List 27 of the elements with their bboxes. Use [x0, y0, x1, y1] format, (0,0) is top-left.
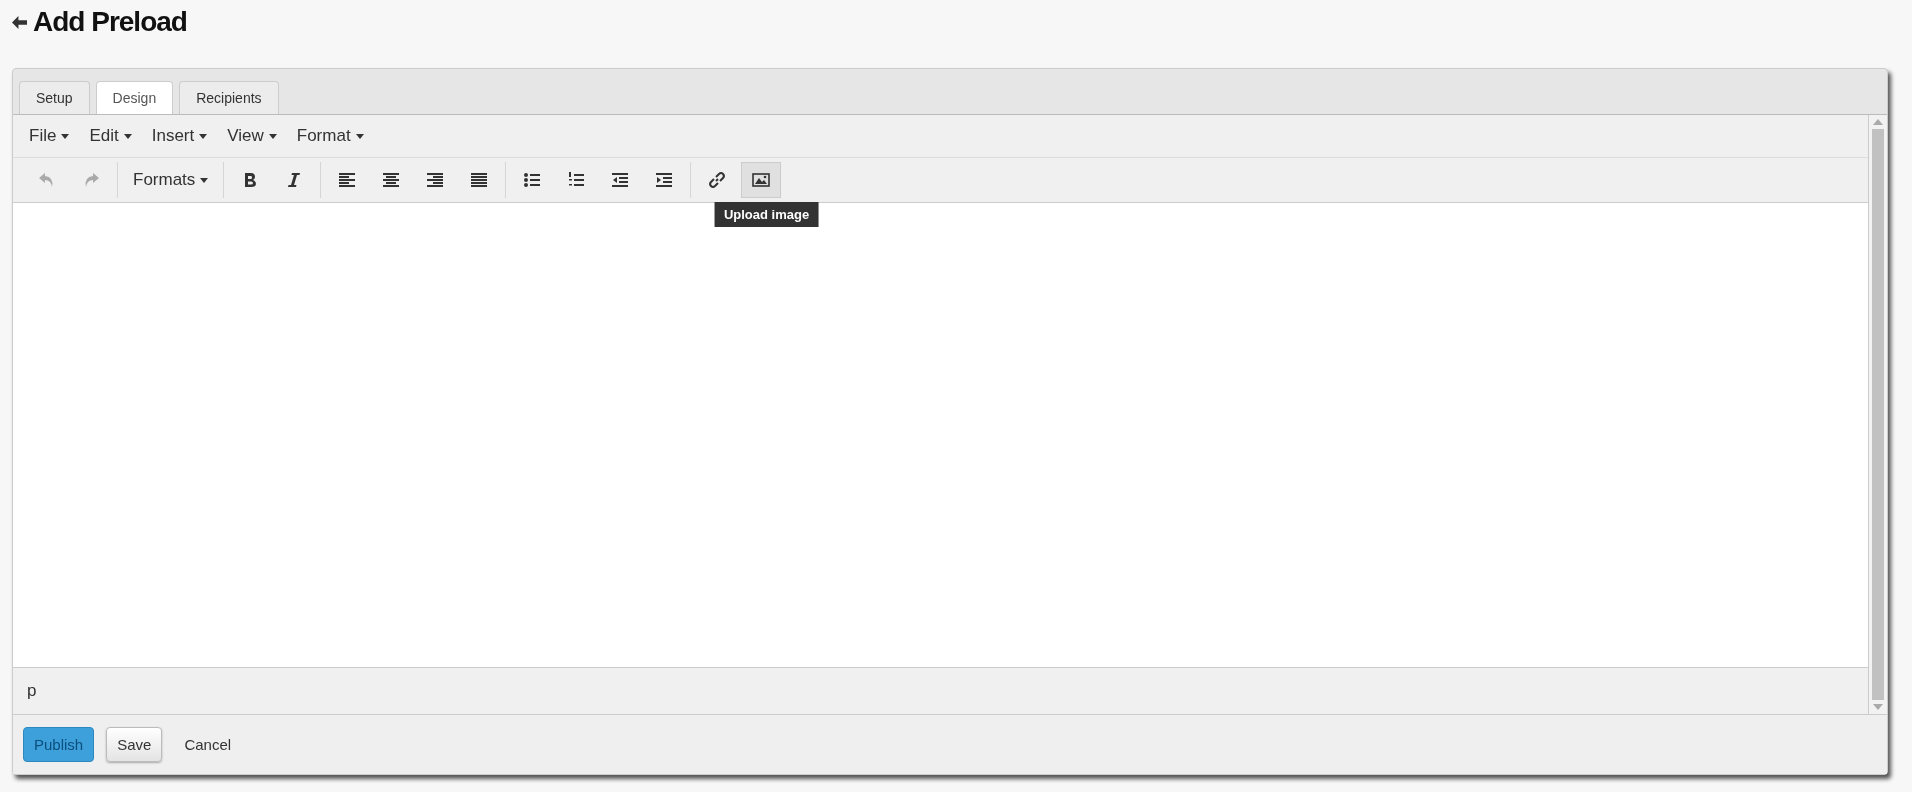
page-title: Add Preload: [33, 6, 187, 38]
menu-item[interactable]: Edit: [81, 122, 140, 150]
align-justify-icon: [469, 170, 490, 190]
image-icon: [751, 170, 772, 190]
back-arrow-icon[interactable]: [12, 15, 27, 29]
formats-dropdown[interactable]: Formats: [124, 162, 218, 198]
tooltip: Upload image: [714, 202, 819, 227]
align-right-icon: [425, 170, 446, 190]
outdent-icon: [610, 170, 631, 190]
tab[interactable]: Design: [95, 81, 174, 114]
bullet-list-icon: [522, 170, 543, 190]
element-path: p: [27, 681, 37, 701]
scrollbar[interactable]: [1869, 115, 1887, 714]
menu-item[interactable]: View: [219, 122, 285, 150]
scrollbar-thumb[interactable]: [1872, 129, 1884, 700]
tab[interactable]: Recipients: [179, 81, 279, 114]
menu-item[interactable]: Insert: [143, 122, 216, 150]
tab[interactable]: Setup: [19, 81, 90, 114]
menu-item[interactable]: File: [21, 122, 78, 150]
indent-icon: [654, 170, 675, 190]
menu-item[interactable]: Format: [288, 122, 372, 150]
align-left-icon: [337, 170, 358, 190]
cancel-link[interactable]: Cancel: [174, 728, 242, 761]
action-button[interactable]: Save: [106, 727, 163, 762]
align-center-icon: [381, 170, 402, 190]
image-button[interactable]: [741, 162, 782, 198]
link-icon: [707, 170, 728, 190]
